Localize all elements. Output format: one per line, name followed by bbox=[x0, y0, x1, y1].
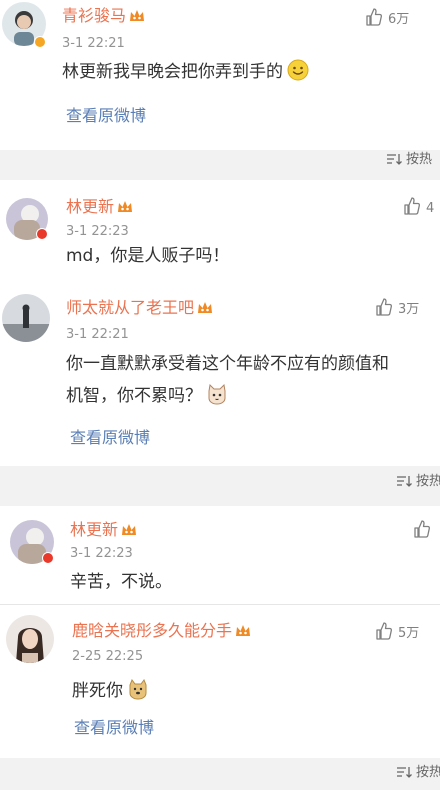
user-avatar-icon[interactable] bbox=[6, 615, 54, 663]
vip-crown-icon bbox=[121, 523, 137, 537]
sort-label: 按热 bbox=[406, 152, 433, 167]
commenter-name-text[interactable]: 师太就从了老王吧 bbox=[66, 298, 194, 317]
sort-icon bbox=[397, 476, 412, 487]
sort-by-hot-button[interactable]: 按热 bbox=[386, 151, 432, 169]
like-count: 3万 bbox=[398, 302, 420, 317]
comment-text: 胖死你 bbox=[72, 677, 149, 705]
commenter-name-text[interactable]: 林更新 bbox=[70, 520, 118, 539]
like-button[interactable]: 6万 bbox=[364, 7, 409, 30]
commenter-name[interactable]: 青衫骏马 bbox=[62, 6, 145, 26]
vip-crown-icon bbox=[117, 200, 133, 214]
commenter-name[interactable]: 林更新 bbox=[70, 520, 137, 540]
sort-label: 按热 bbox=[416, 474, 440, 489]
comment-card: 青衫骏马 3-1 22:21 6万 林更新我早晚会把你弄到手的 查看原微博 bbox=[0, 0, 440, 150]
vip-crown-icon bbox=[235, 624, 251, 638]
comment-time: 3-1 22:21 bbox=[62, 36, 125, 51]
commenter-name[interactable]: 鹿晗关晓彤多久能分手 bbox=[72, 621, 251, 641]
like-count: 5万 bbox=[398, 626, 420, 641]
separator-band bbox=[0, 466, 440, 506]
comment-card: 林更新 3-1 22:23 辛苦，不说。 bbox=[0, 506, 440, 604]
thumbs-up-icon bbox=[376, 622, 392, 640]
comment-card: 林更新 3-1 22:23 4 md，你是人贩子吗！ bbox=[0, 180, 440, 286]
cat-emoji-icon bbox=[206, 383, 228, 405]
verified-badge-icon bbox=[34, 36, 46, 48]
separator-band bbox=[0, 758, 440, 790]
comment-card: 鹿晗关晓彤多久能分手 2-25 22:25 5万 胖死你 查看原微博 bbox=[0, 604, 440, 758]
view-original-weibo-link[interactable]: 查看原微博 bbox=[66, 106, 146, 126]
like-button[interactable]: 5万 bbox=[374, 621, 419, 644]
comment-text-line: 机智，你不累吗？ bbox=[66, 382, 228, 410]
view-original-weibo-link[interactable]: 查看原微博 bbox=[70, 428, 150, 448]
doge-emoji-icon bbox=[127, 678, 149, 700]
smile-emoji-icon bbox=[287, 59, 309, 81]
comment-text: 林更新我早晚会把你弄到手的 bbox=[62, 58, 309, 86]
thumbs-up-icon bbox=[366, 8, 382, 26]
comment-text-content: 胖死你 bbox=[72, 681, 123, 701]
comment-text-content: 机智，你不累吗？ bbox=[66, 386, 202, 406]
verified-badge-icon bbox=[36, 228, 48, 240]
thumbs-up-icon bbox=[404, 197, 420, 215]
weibo-comment-screenshot: 青衫骏马 3-1 22:21 6万 林更新我早晚会把你弄到手的 查看原微博 按热… bbox=[0, 0, 440, 790]
verified-badge-icon bbox=[42, 552, 54, 564]
comment-text-line: 你一直默默承受着这个年龄不应有的颜值和 bbox=[66, 354, 389, 374]
user-avatar-icon[interactable] bbox=[2, 294, 50, 342]
separator-band bbox=[0, 150, 440, 180]
sort-label: 按热 bbox=[416, 765, 440, 780]
comment-text: md，你是人贩子吗！ bbox=[66, 246, 230, 266]
sort-icon bbox=[387, 154, 402, 165]
comment-text-content: 林更新我早晚会把你弄到手的 bbox=[62, 62, 283, 82]
view-original-weibo-link[interactable]: 查看原微博 bbox=[74, 718, 154, 738]
like-count: 6万 bbox=[388, 12, 410, 27]
comment-text: 辛苦，不说。 bbox=[70, 572, 172, 592]
like-count: 4 bbox=[426, 201, 435, 216]
sort-by-hot-button[interactable]: 按热 bbox=[396, 473, 440, 491]
commenter-name-text[interactable]: 林更新 bbox=[66, 197, 114, 216]
vip-crown-icon bbox=[197, 301, 213, 315]
comment-time: 2-25 22:25 bbox=[72, 649, 144, 664]
like-button[interactable]: 3万 bbox=[374, 297, 419, 320]
sort-by-hot-button[interactable]: 按热 bbox=[396, 764, 440, 782]
vip-crown-icon bbox=[129, 9, 145, 23]
comment-time: 3-1 22:21 bbox=[66, 327, 129, 342]
comment-time: 3-1 22:23 bbox=[70, 546, 133, 561]
comment-card: 师太就从了老王吧 3-1 22:21 3万 你一直默默承受着这个年龄不应有的颜值… bbox=[0, 286, 440, 466]
commenter-name[interactable]: 师太就从了老王吧 bbox=[66, 298, 213, 318]
thumbs-up-icon bbox=[376, 298, 392, 316]
thumbs-up-icon bbox=[414, 520, 430, 538]
like-button[interactable]: 4 bbox=[402, 196, 434, 219]
sort-icon bbox=[397, 767, 412, 778]
comment-time: 3-1 22:23 bbox=[66, 224, 129, 239]
commenter-name-text[interactable]: 青衫骏马 bbox=[62, 6, 126, 25]
commenter-name[interactable]: 林更新 bbox=[66, 197, 133, 217]
like-button[interactable] bbox=[412, 519, 436, 542]
commenter-name-text[interactable]: 鹿晗关晓彤多久能分手 bbox=[72, 621, 232, 640]
